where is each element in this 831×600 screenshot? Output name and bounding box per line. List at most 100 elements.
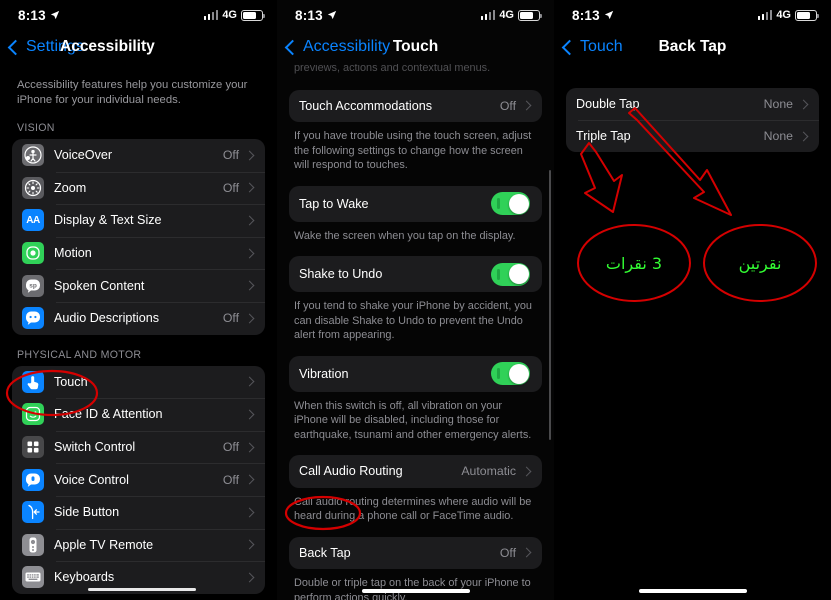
section-header-physical-and-motor: PHYSICAL AND MOTOR [17, 348, 142, 361]
row-call-audio-routing[interactable]: Call Audio Routing Automatic [289, 455, 542, 488]
back-button-touch[interactable]: Touch [561, 38, 623, 56]
face-id-icon [22, 403, 44, 426]
status-time: 8:13 [295, 7, 323, 23]
sidebar-item-spoken-content[interactable]: sp Spoken Content [12, 269, 265, 302]
sidebar-item-touch[interactable]: Touch [12, 366, 265, 399]
row-label: Switch Control [54, 440, 136, 455]
spoken-content-icon: sp [22, 274, 44, 297]
sidebar-item-voice-control[interactable]: Voice Control Off [12, 463, 265, 496]
tap-to-wake-card: Tap to Wake [289, 185, 542, 222]
apple-tv-remote-icon [22, 533, 44, 556]
status-bar-right: 4G [480, 9, 542, 21]
row-triple-tap[interactable]: Triple Tap None [566, 120, 819, 152]
row-value: Off [222, 180, 239, 195]
back-button-label: Settings [26, 38, 84, 55]
sidebar-item-apple-tv-remote[interactable]: Apple TV Remote [12, 528, 265, 562]
cellular-bars-icon [757, 10, 773, 20]
shake-to-undo-toggle[interactable] [491, 262, 530, 286]
cellular-bars-icon [480, 10, 496, 20]
chevron-right-icon [244, 474, 255, 485]
location-arrow-icon [604, 10, 613, 20]
chevron-right-icon [244, 182, 255, 193]
back-button-accessibility[interactable]: Accessibility [284, 38, 390, 56]
vision-card: VoiceOver Off Zoom Off AA Display & Text… [12, 139, 265, 335]
status-bar-left: 8:13 [295, 8, 337, 23]
footer-shake-to-undo: If you tend to shake your iPhone by acci… [294, 300, 532, 342]
vibration-toggle[interactable] [491, 362, 530, 386]
sidebar-item-zoom[interactable]: Zoom Off [12, 171, 265, 205]
page-title: Accessibility [60, 38, 155, 55]
sidebar-item-switch-control[interactable]: Switch Control Off [12, 430, 265, 464]
chevron-right-icon [244, 507, 255, 518]
chevron-right-icon [244, 280, 255, 291]
sidebar-item-voiceover[interactable]: VoiceOver Off [12, 139, 265, 172]
status-bar-right: 4G [757, 9, 819, 21]
row-label: Touch [54, 374, 88, 389]
sidebar-item-motion[interactable]: Motion [12, 236, 265, 270]
row-label: Apple TV Remote [54, 537, 154, 552]
nav-bar: Accessibility Touch [277, 30, 554, 64]
row-back-tap[interactable]: Back Tap Off [289, 537, 542, 570]
row-shake-to-undo[interactable]: Shake to Undo [289, 256, 542, 292]
sidebar-item-face-id-attention[interactable]: Face ID & Attention [12, 398, 265, 431]
network-type-label: 4G [776, 9, 791, 21]
audio-descriptions-icon [22, 307, 44, 330]
vertical-scrollbar[interactable] [549, 170, 551, 440]
footer-touch-accommodations: If you have trouble using the touch scre… [294, 130, 532, 172]
chevron-right-icon [244, 539, 255, 550]
shake-to-undo-card: Shake to Undo [289, 256, 542, 293]
network-type-label: 4G [222, 9, 237, 21]
nav-bar: Settings Accessibility [0, 30, 277, 64]
call-audio-routing-card: Call Audio Routing Automatic [289, 455, 542, 488]
row-tap-to-wake[interactable]: Tap to Wake [289, 186, 542, 222]
chevron-right-icon [244, 313, 255, 324]
home-indicator [88, 588, 196, 591]
sidebar-item-display-text-size[interactable]: AA Display & Text Size [12, 204, 265, 237]
tap-to-wake-toggle[interactable] [491, 192, 530, 216]
chevron-right-icon [798, 99, 809, 109]
row-touch-accommodations[interactable]: Touch Accommodations Off [289, 90, 542, 123]
row-value: Automatic [461, 464, 516, 479]
row-label: Vibration [299, 366, 349, 381]
screen-touch: 8:13 4G Accessibility Touch previews, ac… [277, 0, 554, 600]
row-label: Touch Accommodations [299, 98, 433, 113]
row-label: Keyboards [54, 570, 115, 585]
row-vibration[interactable]: Vibration [289, 356, 542, 392]
row-value: Off [222, 472, 239, 487]
zoom-icon [22, 176, 44, 199]
row-label: Side Button [54, 505, 120, 520]
status-bar-left: 8:13 [18, 8, 60, 23]
back-tap-card: Back Tap Off [289, 536, 542, 570]
status-bar: 8:13 4G [554, 0, 831, 30]
chevron-right-icon [244, 248, 255, 259]
row-label: Voice Control [54, 472, 129, 487]
status-bar: 8:13 4G [0, 0, 277, 30]
row-value: Off [499, 545, 516, 560]
back-button-settings[interactable]: Settings [7, 38, 84, 56]
sidebar-item-side-button[interactable]: Side Button [12, 495, 265, 529]
chevron-right-icon [521, 466, 532, 477]
status-bar-right: 4G [203, 9, 265, 21]
row-label: Call Audio Routing [299, 464, 403, 479]
row-value: Off [499, 98, 516, 113]
row-label: VoiceOver [54, 148, 113, 163]
chevron-right-icon [244, 150, 255, 161]
vibration-card: Vibration [289, 355, 542, 392]
row-label: Display & Text Size [54, 213, 162, 228]
row-label: Double Tap [576, 97, 640, 111]
accessibility-list[interactable]: Accessibility features help you customiz… [0, 64, 277, 600]
voiceover-icon [22, 144, 44, 167]
network-type-label: 4G [499, 9, 514, 21]
sidebar-item-audio-descriptions[interactable]: Audio Descriptions Off [12, 301, 265, 335]
battery-icon [518, 9, 542, 21]
row-double-tap[interactable]: Double Tap None [566, 88, 819, 120]
touch-icon [22, 370, 44, 393]
section-header-vision: VISION [17, 122, 55, 134]
row-label: Motion [54, 246, 92, 261]
touch-settings-list[interactable]: previews, actions and contextual menus. … [277, 64, 554, 600]
home-indicator [361, 589, 470, 593]
status-bar-left: 8:13 [572, 8, 614, 23]
side-button-icon [22, 501, 44, 524]
row-label: Triple Tap [576, 129, 631, 143]
back-tap-list[interactable]: Double Tap None Triple Tap None [554, 64, 831, 600]
